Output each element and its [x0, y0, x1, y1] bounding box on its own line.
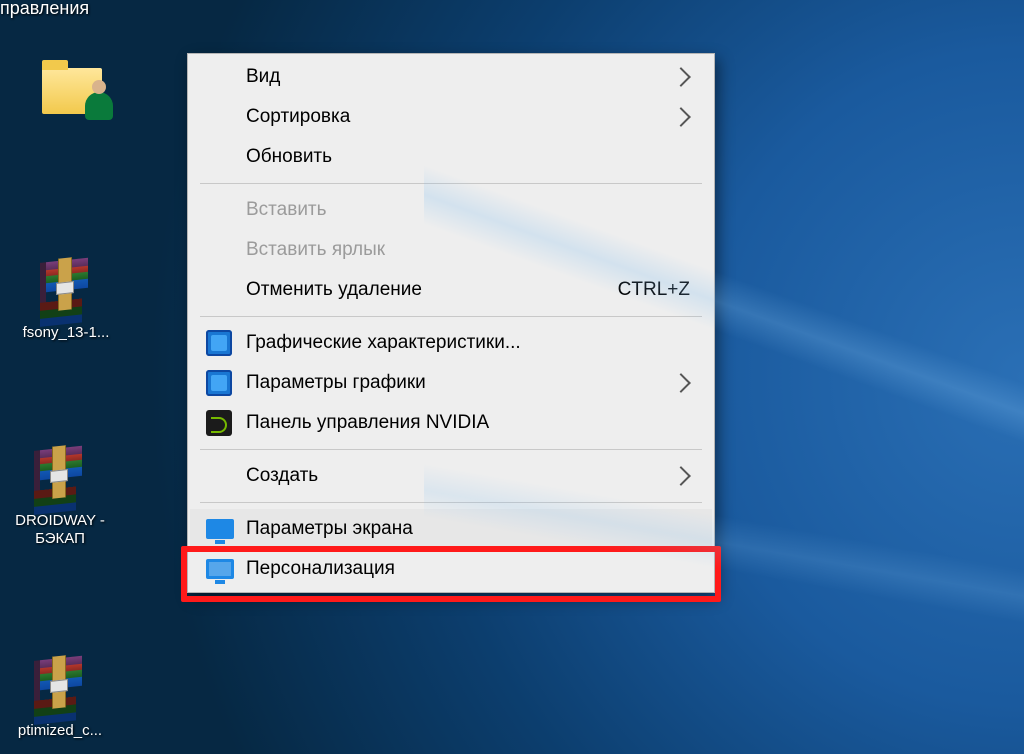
desktop-icon-label: ptimized_c... — [0, 722, 120, 740]
menu-item-paste: Вставить — [190, 190, 712, 230]
desktop-context-menu: Вид Сортировка Обновить Вставить Вставит… — [187, 53, 715, 593]
menu-item-view[interactable]: Вид — [190, 57, 712, 97]
menu-item-refresh[interactable]: Обновить — [190, 137, 712, 177]
winrar-icon — [32, 448, 102, 508]
winrar-icon — [38, 260, 108, 320]
menu-item-personalize[interactable]: Персонализация — [190, 549, 712, 589]
menu-item-graphics-params[interactable]: Параметры графики — [190, 363, 712, 403]
desktop-icon-rar-fsony[interactable]: fsony_13-1... — [6, 258, 126, 342]
menu-item-label: Создать — [246, 465, 318, 487]
intel-icon — [206, 370, 232, 396]
desktop-icon-rar-optimized[interactable]: ptimized_c... — [0, 656, 120, 740]
menu-item-label: Вставить ярлык — [246, 239, 385, 261]
menu-item-display-settings[interactable]: Параметры экрана — [190, 509, 712, 549]
display-icon — [206, 519, 234, 539]
menu-separator — [200, 316, 702, 317]
menu-item-label: Параметры графики — [246, 372, 426, 394]
menu-item-label: Вставить — [246, 199, 327, 221]
menu-item-label: Графические характеристики... — [246, 332, 521, 354]
menu-separator — [200, 502, 702, 503]
menu-item-intel-graphics[interactable]: Графические характеристики... — [190, 323, 712, 363]
winrar-icon — [32, 658, 102, 718]
menu-item-label: Отменить удаление — [246, 279, 422, 301]
menu-item-new[interactable]: Создать — [190, 456, 712, 496]
menu-item-label: Сортировка — [246, 106, 350, 128]
desktop-icon-label: DROIDWAY - БЭКАП — [0, 512, 120, 548]
folder-user-icon — [37, 58, 107, 118]
menu-item-paste-shortcut: Вставить ярлык — [190, 230, 712, 270]
desktop-icon-rar-droidway[interactable]: DROIDWAY - БЭКАП — [0, 446, 120, 548]
menu-item-label: Параметры экрана — [246, 518, 413, 540]
menu-item-sort[interactable]: Сортировка — [190, 97, 712, 137]
desktop-icon-label: fsony_13-1... — [6, 324, 126, 342]
menu-separator — [200, 183, 702, 184]
intel-icon — [206, 330, 232, 356]
menu-item-label: Вид — [246, 66, 280, 88]
desktop-icon-user-folder[interactable] — [12, 58, 132, 124]
menu-item-label: Обновить — [246, 146, 332, 168]
menu-item-shortcut: CTRL+Z — [618, 279, 690, 301]
menu-item-nvidia-control-panel[interactable]: Панель управления NVIDIA — [190, 403, 712, 443]
nvidia-icon — [206, 410, 232, 436]
menu-item-undo-delete[interactable]: Отменить удаление CTRL+Z — [190, 270, 712, 310]
control-panel-label-fragment: правления — [0, 0, 89, 19]
personalize-icon — [206, 559, 234, 579]
menu-separator — [200, 449, 702, 450]
menu-item-label: Панель управления NVIDIA — [246, 412, 489, 434]
menu-item-label: Персонализация — [246, 558, 395, 580]
